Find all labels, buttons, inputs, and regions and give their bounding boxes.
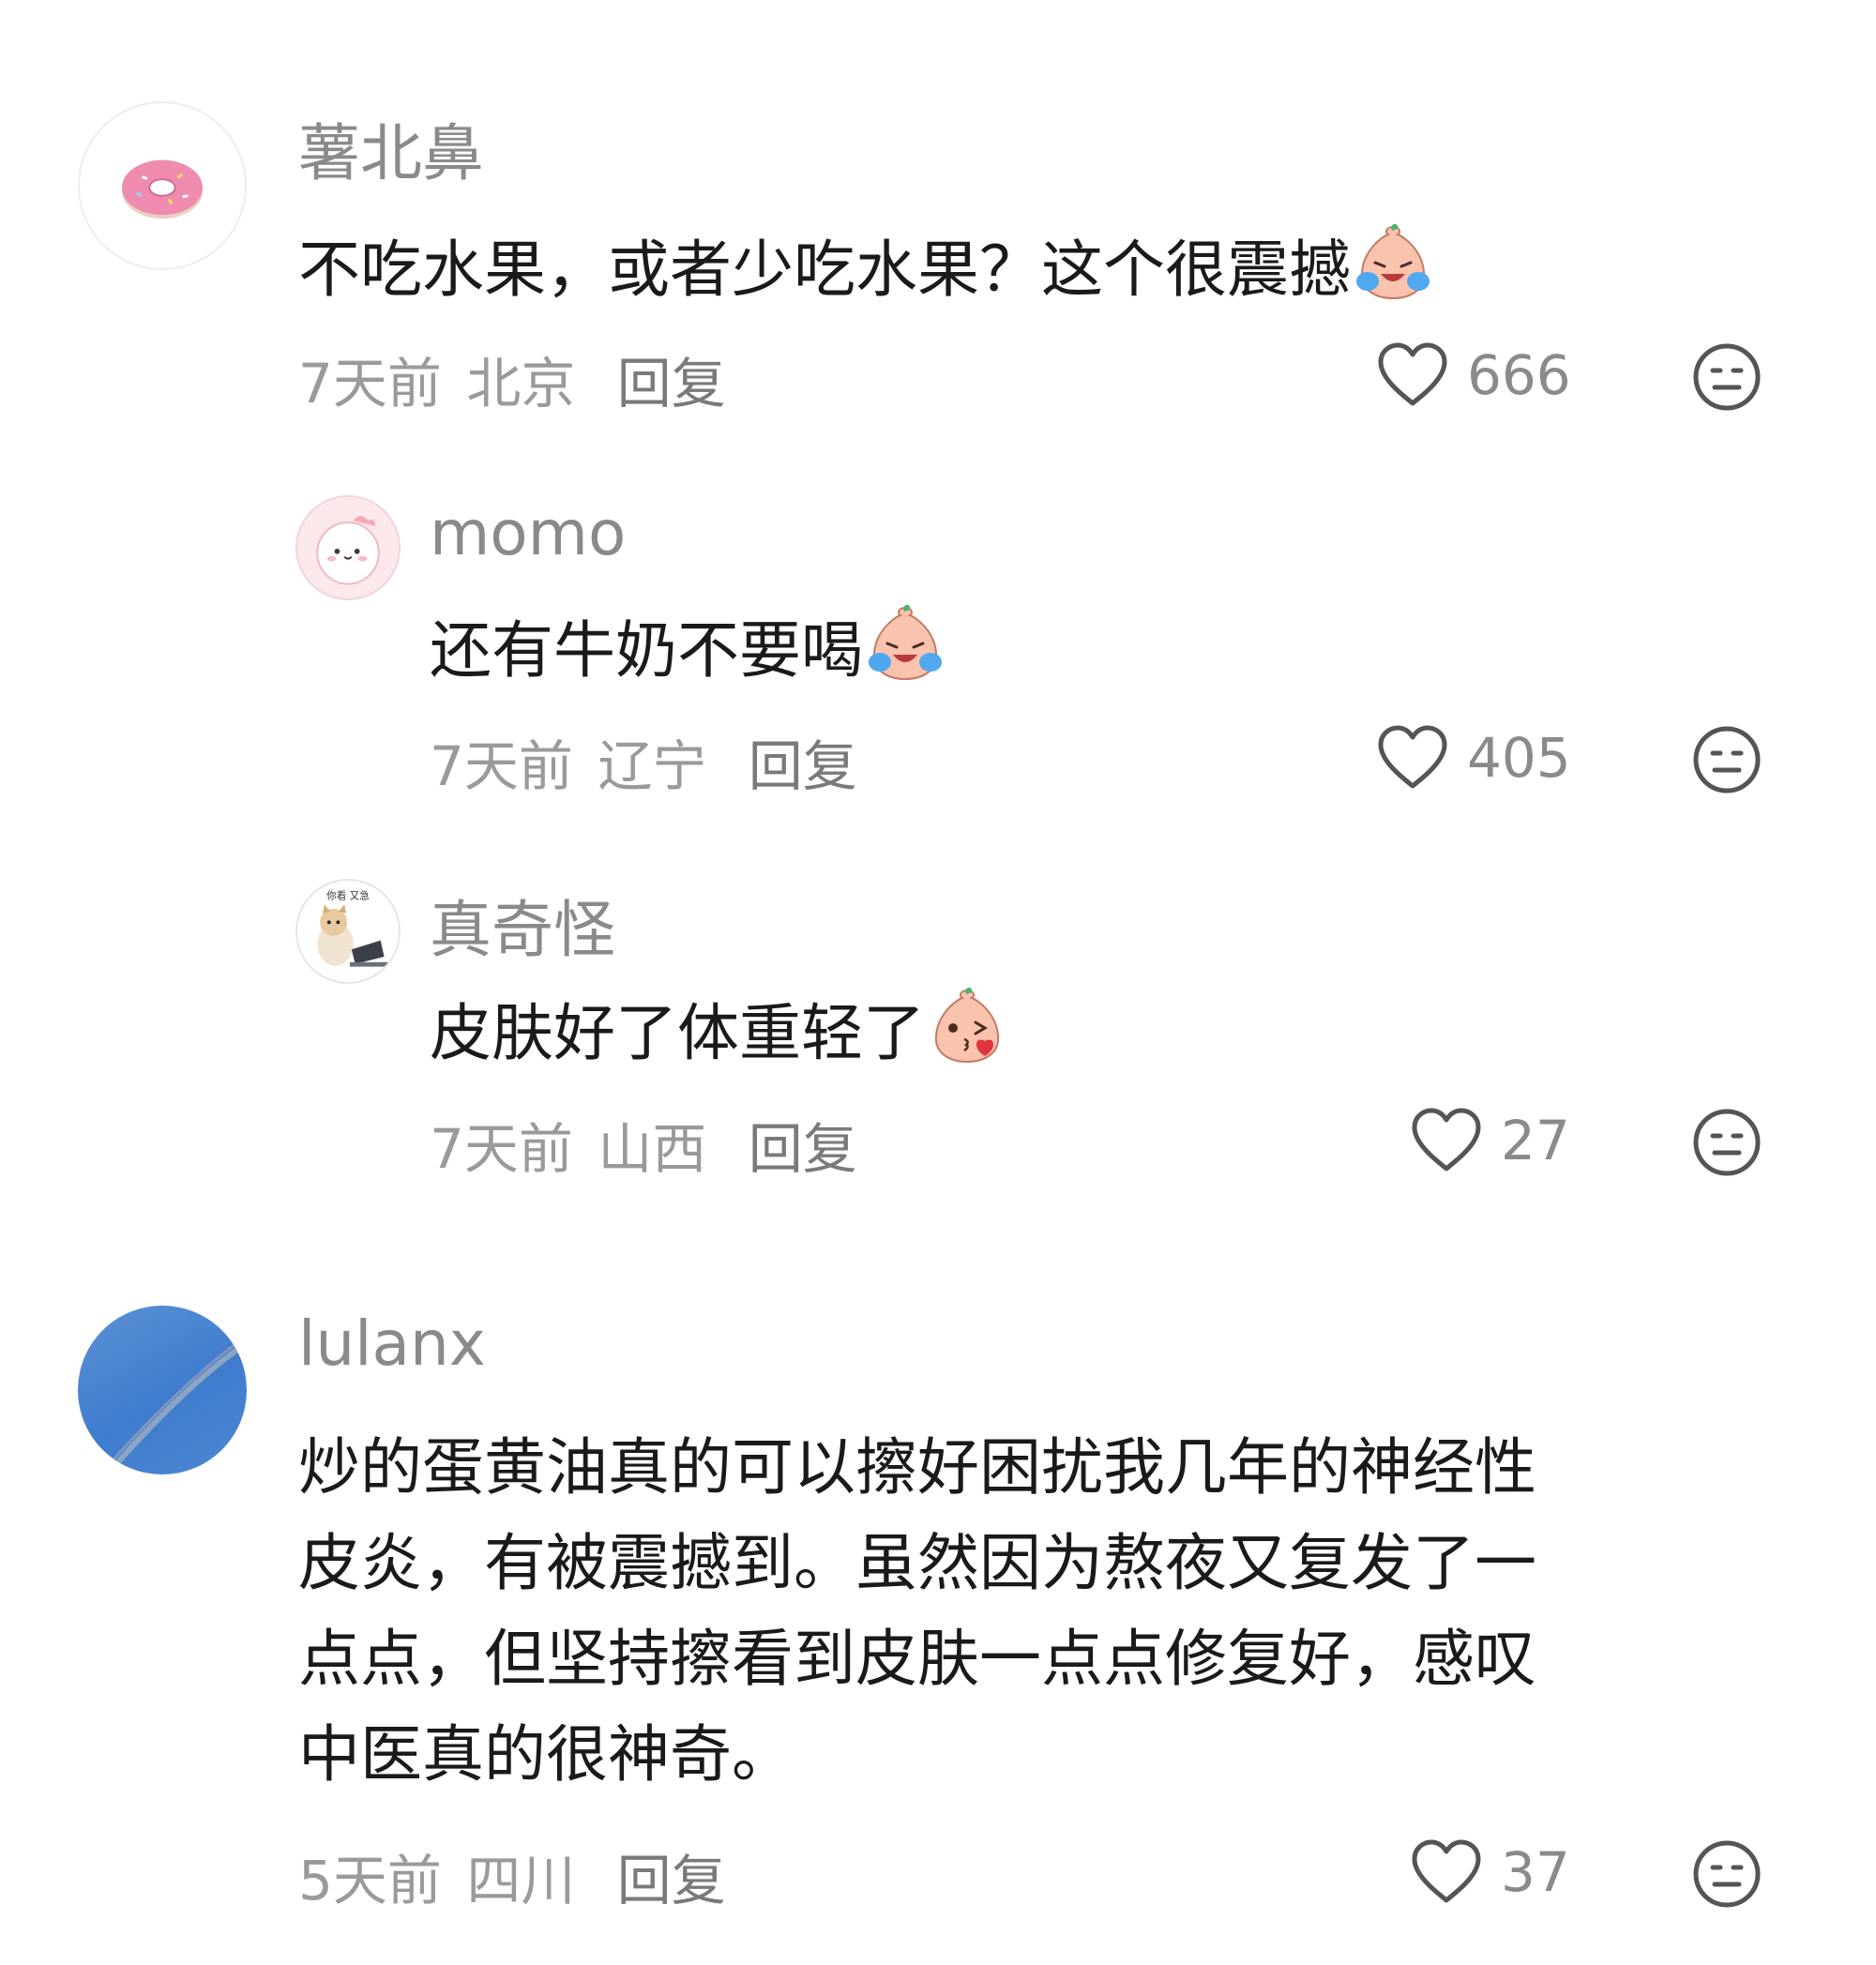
- heart-icon: [1378, 725, 1447, 789]
- comment-time: 7天前: [298, 352, 442, 416]
- username[interactable]: 真奇怪: [430, 880, 615, 970]
- cat-laptop-icon: 你看 又急: [317, 889, 388, 967]
- like-button[interactable]: 666: [1375, 338, 1571, 413]
- avatar[interactable]: [78, 1306, 247, 1474]
- comment-text: 炒的蛋黄油真的可以擦好困扰我几年的神经性 皮炎，有被震撼到。虽然因为熬夜又复发了…: [298, 1420, 1536, 1803]
- comment-meta: 5天前 四川 回复: [298, 1837, 726, 1915]
- comment-location: 四川: [466, 1849, 576, 1912]
- reply-button[interactable]: 回复: [749, 1117, 857, 1181]
- comment-location: 山西: [598, 1117, 707, 1181]
- comment-text-content: 还有牛奶不要喝: [430, 614, 863, 687]
- avatar[interactable]: [295, 495, 401, 600]
- avatar[interactable]: 你看 又急: [295, 879, 401, 984]
- dislike-face-icon[interactable]: [1692, 1839, 1762, 1909]
- comment-text-content: 不吃水果，或者少吃水果？这个很震撼: [298, 234, 1351, 306]
- comment-text-line: 皮炎，有被震撼到。虽然因为熬夜又复发了一: [298, 1527, 1536, 1599]
- crying-laughing-emoji-icon: [869, 604, 942, 681]
- comment-meta: 7天前 山西 回复: [430, 1105, 857, 1184]
- comment-text-line: 中医真的很神奇。: [298, 1718, 794, 1791]
- crying-laughing-emoji-icon: [1356, 223, 1430, 300]
- comment-text-content: 皮肤好了体重轻了: [430, 997, 925, 1069]
- comment-text-line: 点点，但坚持擦看到皮肤一点点修复好，感叹: [298, 1623, 1536, 1695]
- reply-button[interactable]: 回复: [617, 1849, 726, 1912]
- comment-meta: 7天前 辽宁 回复: [430, 722, 857, 801]
- comment-time: 7天前: [430, 734, 573, 798]
- comment-location: 北京: [466, 352, 576, 416]
- like-button[interactable]: 405: [1375, 720, 1571, 795]
- comment-text: 不吃水果，或者少吃水果？这个很震撼: [298, 221, 1435, 318]
- like-count: 666: [1467, 343, 1571, 407]
- avatar[interactable]: [78, 101, 247, 270]
- like-count: 405: [1467, 726, 1571, 790]
- like-count: 27: [1501, 1109, 1570, 1172]
- comment-time: 5天前: [298, 1849, 442, 1912]
- kiss-emoji-icon: [934, 987, 1000, 1064]
- donut-icon: [121, 159, 204, 219]
- avatar-caption: 你看 又急: [326, 889, 370, 901]
- dislike-face-icon[interactable]: [1692, 1108, 1762, 1177]
- like-button[interactable]: 37: [1409, 1835, 1570, 1910]
- comment-text-line: 炒的蛋黄油真的可以擦好困扰我几年的神经性: [298, 1431, 1536, 1504]
- dislike-face-icon[interactable]: [1692, 342, 1762, 412]
- like-count: 37: [1501, 1840, 1570, 1904]
- reply-button[interactable]: 回复: [749, 734, 857, 798]
- pink-creature-icon: [316, 516, 380, 585]
- like-button[interactable]: 27: [1409, 1103, 1570, 1178]
- reply-button[interactable]: 回复: [617, 352, 726, 416]
- comment-meta: 7天前 北京 回复: [298, 340, 726, 418]
- heart-icon: [1412, 1839, 1481, 1903]
- username[interactable]: lulanx: [298, 1307, 486, 1380]
- heart-icon: [1378, 342, 1447, 406]
- rainbow-sky-icon: [110, 1336, 247, 1467]
- comment-list: 薯北鼻 不吃水果，或者少吃水果？这个很震撼 7天前 北京 回复 666 momo…: [0, 0, 1876, 1965]
- username[interactable]: momo: [430, 497, 626, 569]
- username[interactable]: 薯北鼻: [298, 103, 484, 193]
- comment-location: 辽宁: [598, 734, 707, 798]
- comment-time: 7天前: [430, 1117, 573, 1181]
- heart-icon: [1412, 1108, 1481, 1171]
- dislike-face-icon[interactable]: [1692, 725, 1762, 794]
- comment-text: 皮肤好了体重轻了: [430, 985, 1009, 1081]
- comment-text: 还有牛奶不要喝: [430, 602, 947, 699]
